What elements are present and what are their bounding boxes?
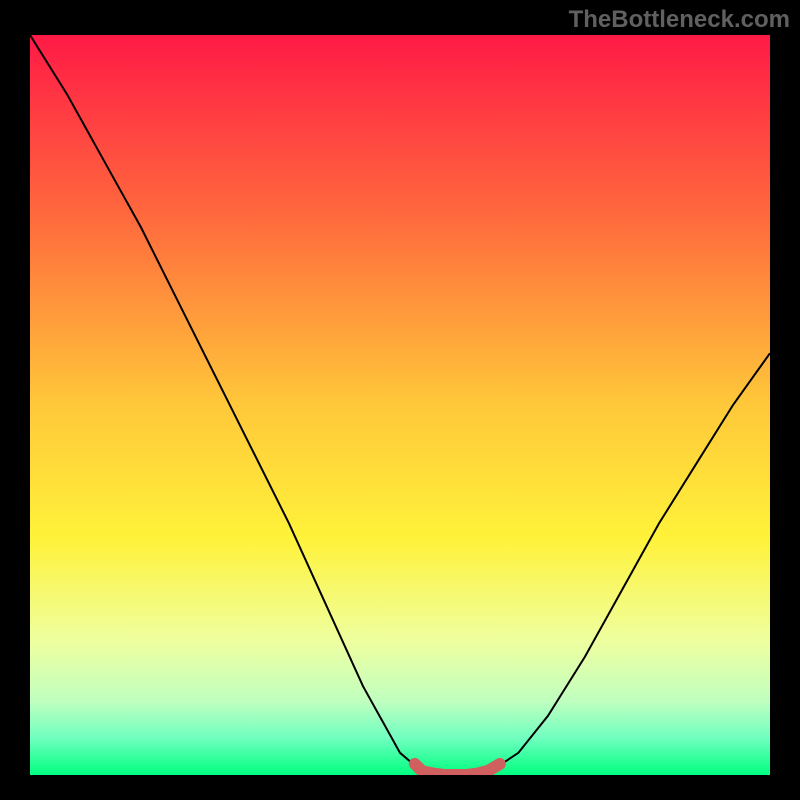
bottleneck-chart	[30, 35, 770, 775]
gradient-area	[30, 35, 770, 775]
watermark-text: TheBottleneck.com	[569, 6, 790, 34]
